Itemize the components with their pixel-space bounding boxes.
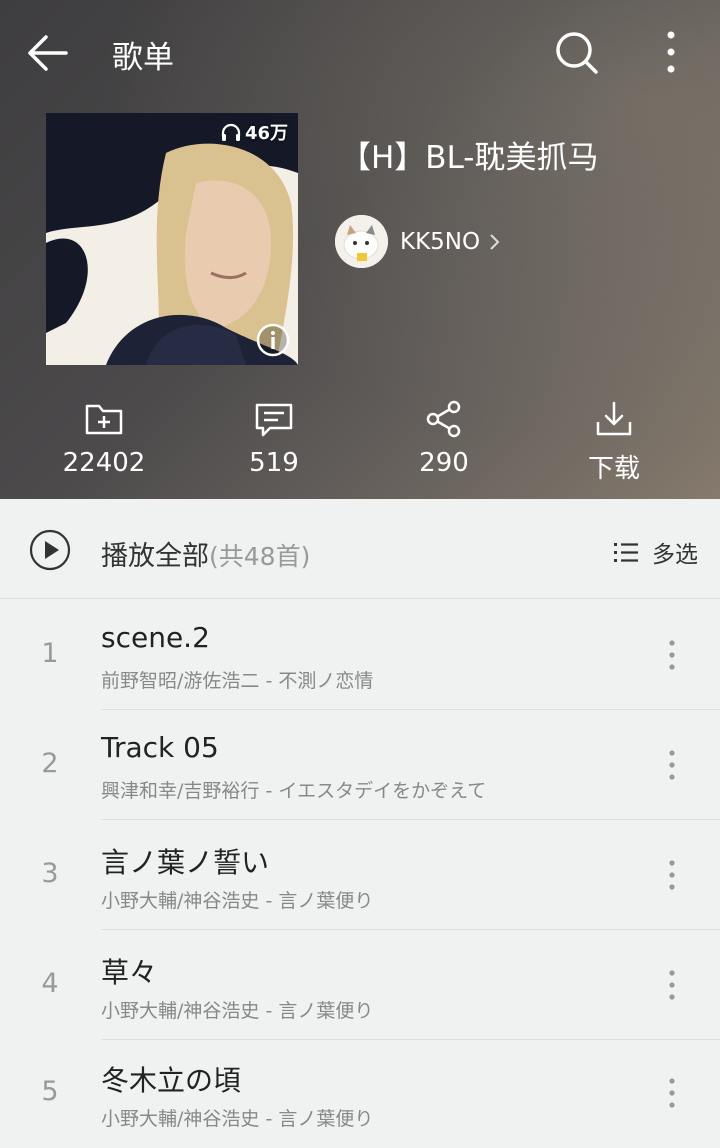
playlist-cover[interactable]: 46万 xyxy=(46,113,298,365)
track-index: 5 xyxy=(41,1076,59,1107)
track-title: 草々 xyxy=(101,956,158,989)
track-title: scene.2 xyxy=(101,621,210,654)
download-icon xyxy=(596,401,632,436)
track-total-count: (共48首) xyxy=(209,542,311,571)
playlist-header: 歌单 46万 【H】BL-耽美抓马 KK5NO 22402 519 290 下载 xyxy=(0,0,720,499)
track-artist-album: 小野大輔/神谷浩史 - 言ノ葉便り xyxy=(101,890,374,912)
more-vertical-icon[interactable] xyxy=(660,856,684,894)
comment-count: 519 xyxy=(249,448,299,478)
share-icon xyxy=(426,400,461,438)
comment-button[interactable]: 519 xyxy=(189,398,359,478)
track-row[interactable]: 5 冬木立の頃 小野大輔/神谷浩史 - 言ノ葉便り xyxy=(0,1038,720,1148)
multiselect-label: 多选 xyxy=(652,542,698,568)
track-title: 言ノ葉ノ誓い xyxy=(101,846,270,879)
download-label: 下载 xyxy=(587,454,640,484)
list-icon xyxy=(614,543,638,562)
track-row[interactable]: 1 scene.2 前野智昭/游佐浩二 - 不測ノ恋情 xyxy=(0,600,720,710)
play-all-button[interactable]: 播放全部(共48首) xyxy=(101,534,310,573)
track-row[interactable]: 3 言ノ葉ノ誓い 小野大輔/神谷浩史 - 言ノ葉便り xyxy=(0,820,720,930)
top-bar: 歌单 xyxy=(0,0,720,104)
collect-count: 22402 xyxy=(62,448,146,478)
more-vertical-icon[interactable] xyxy=(660,1074,684,1112)
more-options-button[interactable] xyxy=(650,26,692,78)
search-icon xyxy=(556,32,598,74)
action-stats: 22402 519 290 下载 xyxy=(0,398,720,488)
back-arrow-icon xyxy=(28,35,68,71)
cover-info-button[interactable] xyxy=(256,323,290,357)
track-title: Track 05 xyxy=(101,731,219,764)
creator-name: KK5NO xyxy=(400,228,481,255)
multiselect-button[interactable]: 多选 xyxy=(612,535,698,569)
headphones-icon xyxy=(221,123,241,141)
info-icon xyxy=(256,323,290,357)
playlist-title: 【H】BL-耽美抓马 xyxy=(340,140,599,176)
play-count-value: 46万 xyxy=(244,123,288,144)
track-artist-album: 前野智昭/游佐浩二 - 不測ノ恋情 xyxy=(101,670,374,692)
play-count: 46万 xyxy=(220,119,288,145)
avatar-image xyxy=(335,215,388,268)
track-title: 冬木立の頃 xyxy=(101,1064,242,1097)
share-count: 290 xyxy=(419,448,469,478)
page-title: 歌单 xyxy=(112,40,174,76)
play-all-label: 播放全部 xyxy=(101,541,209,572)
back-button[interactable] xyxy=(22,27,74,79)
more-vertical-icon[interactable] xyxy=(660,966,684,1004)
more-vertical-icon[interactable] xyxy=(660,636,684,674)
search-button[interactable] xyxy=(550,26,602,78)
share-button[interactable]: 290 xyxy=(359,398,529,478)
track-row[interactable]: 2 Track 05 興津和幸/吉野裕行 - イエスタデイをかぞえて xyxy=(0,710,720,820)
play-circle-icon[interactable] xyxy=(29,529,71,571)
chevron-right-icon xyxy=(490,233,500,250)
creator-link[interactable]: KK5NO xyxy=(335,215,502,268)
collect-button[interactable]: 22402 xyxy=(19,398,189,478)
more-vertical-icon xyxy=(667,31,675,73)
track-index: 3 xyxy=(41,858,59,889)
comment-icon xyxy=(255,403,293,437)
track-index: 2 xyxy=(41,748,59,779)
track-index: 1 xyxy=(41,638,59,669)
track-artist-album: 小野大輔/神谷浩史 - 言ノ葉便り xyxy=(101,1000,374,1022)
track-artist-album: 興津和幸/吉野裕行 - イエスタデイをかぞえて xyxy=(101,780,487,802)
folder-plus-icon xyxy=(85,404,123,435)
download-button[interactable]: 下载 xyxy=(529,398,699,485)
track-row[interactable]: 4 草々 小野大輔/神谷浩史 - 言ノ葉便り xyxy=(0,930,720,1040)
track-index: 4 xyxy=(41,968,59,999)
avatar xyxy=(335,215,388,268)
track-artist-album: 小野大輔/神谷浩史 - 言ノ葉便り xyxy=(101,1108,374,1130)
more-vertical-icon[interactable] xyxy=(660,746,684,784)
